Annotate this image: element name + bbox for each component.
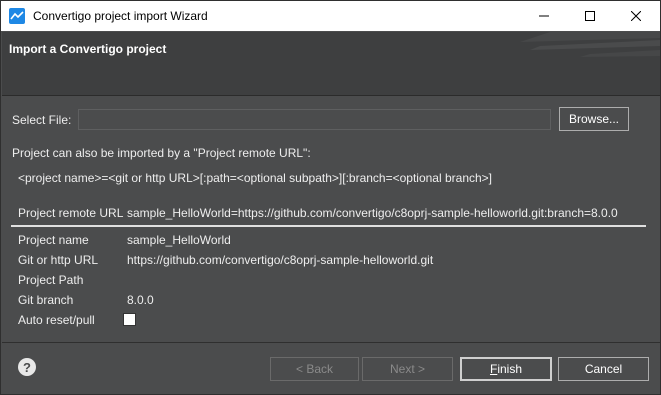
project-name-value: sample_HelloWorld (127, 233, 231, 247)
window-title: Convertigo project import Wizard (33, 9, 208, 23)
minimize-icon[interactable] (521, 1, 567, 31)
browse-button[interactable]: Browse... (559, 107, 629, 131)
auto-reset-checkbox[interactable] (123, 313, 136, 326)
back-button[interactable]: < Back (270, 357, 359, 381)
finish-button[interactable]: Finish (460, 357, 552, 381)
title-bar: Convertigo project import Wizard (1, 1, 660, 31)
project-name-label: Project name (18, 233, 89, 247)
remote-url-intro: Project can also be imported by a "Proje… (12, 146, 311, 160)
wizard-window: Convertigo project import Wizard Import … (0, 0, 661, 395)
auto-reset-label: Auto reset/pull (18, 313, 95, 327)
help-icon[interactable]: ? (18, 358, 36, 376)
next-button[interactable]: Next > (362, 357, 453, 381)
select-file-input[interactable] (78, 109, 551, 130)
git-branch-value: 8.0.0 (127, 293, 154, 307)
remote-url-format: <project name>=<git or http URL>[:path=<… (18, 171, 493, 185)
project-path-label: Project Path (18, 273, 84, 287)
banner-title: Import a Convertigo project (9, 42, 167, 56)
select-file-label: Select File: (12, 113, 72, 127)
close-icon[interactable] (613, 1, 659, 31)
finish-mnemonic: F (489, 362, 498, 376)
finish-label: inish (497, 362, 523, 376)
git-url-label: Git or http URL (18, 253, 99, 267)
wizard-banner: Import a Convertigo project (2, 32, 660, 95)
footer-separator (2, 342, 660, 343)
git-url-value: https://github.com/convertigo/c8oprj-sam… (127, 253, 434, 267)
cancel-button[interactable]: Cancel (558, 357, 649, 381)
remote-url-label: Project remote URL (18, 206, 124, 220)
maximize-icon[interactable] (567, 1, 613, 31)
banner-decoration (520, 32, 660, 57)
git-branch-label: Git branch (18, 293, 74, 307)
remote-url-underline (11, 225, 646, 227)
app-icon (9, 8, 25, 24)
remote-url-input[interactable]: sample_HelloWorld=https://github.com/con… (127, 206, 618, 220)
banner-separator (2, 95, 660, 96)
